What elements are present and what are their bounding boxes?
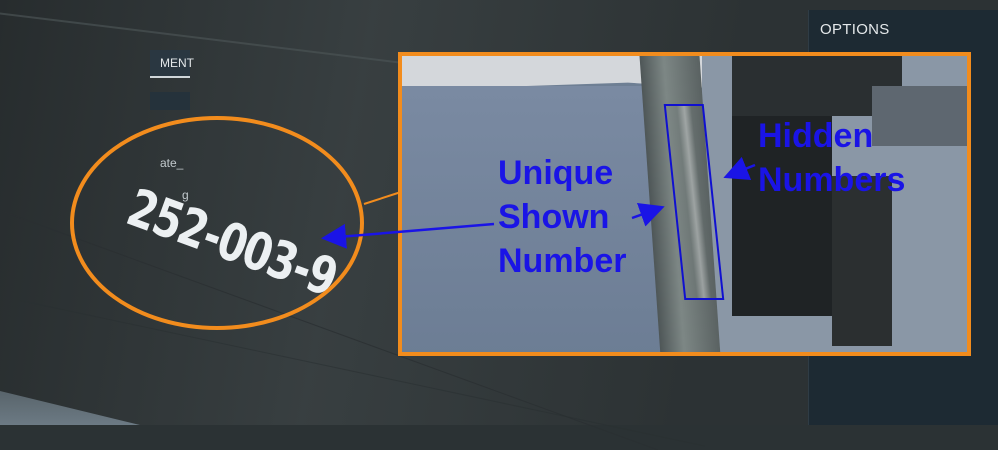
hull-edge — [0, 391, 140, 425]
hidden-numbers-label: Hidden Numbers — [758, 114, 905, 202]
label-line: Unique — [498, 154, 614, 192]
options-row[interactable] — [150, 92, 190, 110]
label-line: Numbers — [758, 161, 906, 199]
unique-shown-number-label: Unique Shown Number — [498, 151, 626, 283]
options-title: OPTIONS — [820, 21, 890, 38]
label-line: Shown — [498, 198, 610, 236]
zoom-inset: Unique Shown Number Hidden Numbers — [398, 52, 971, 356]
options-tab-label: MENT — [160, 56, 194, 70]
label-line: Hidden — [758, 117, 874, 155]
label-line: Number — [498, 242, 627, 280]
